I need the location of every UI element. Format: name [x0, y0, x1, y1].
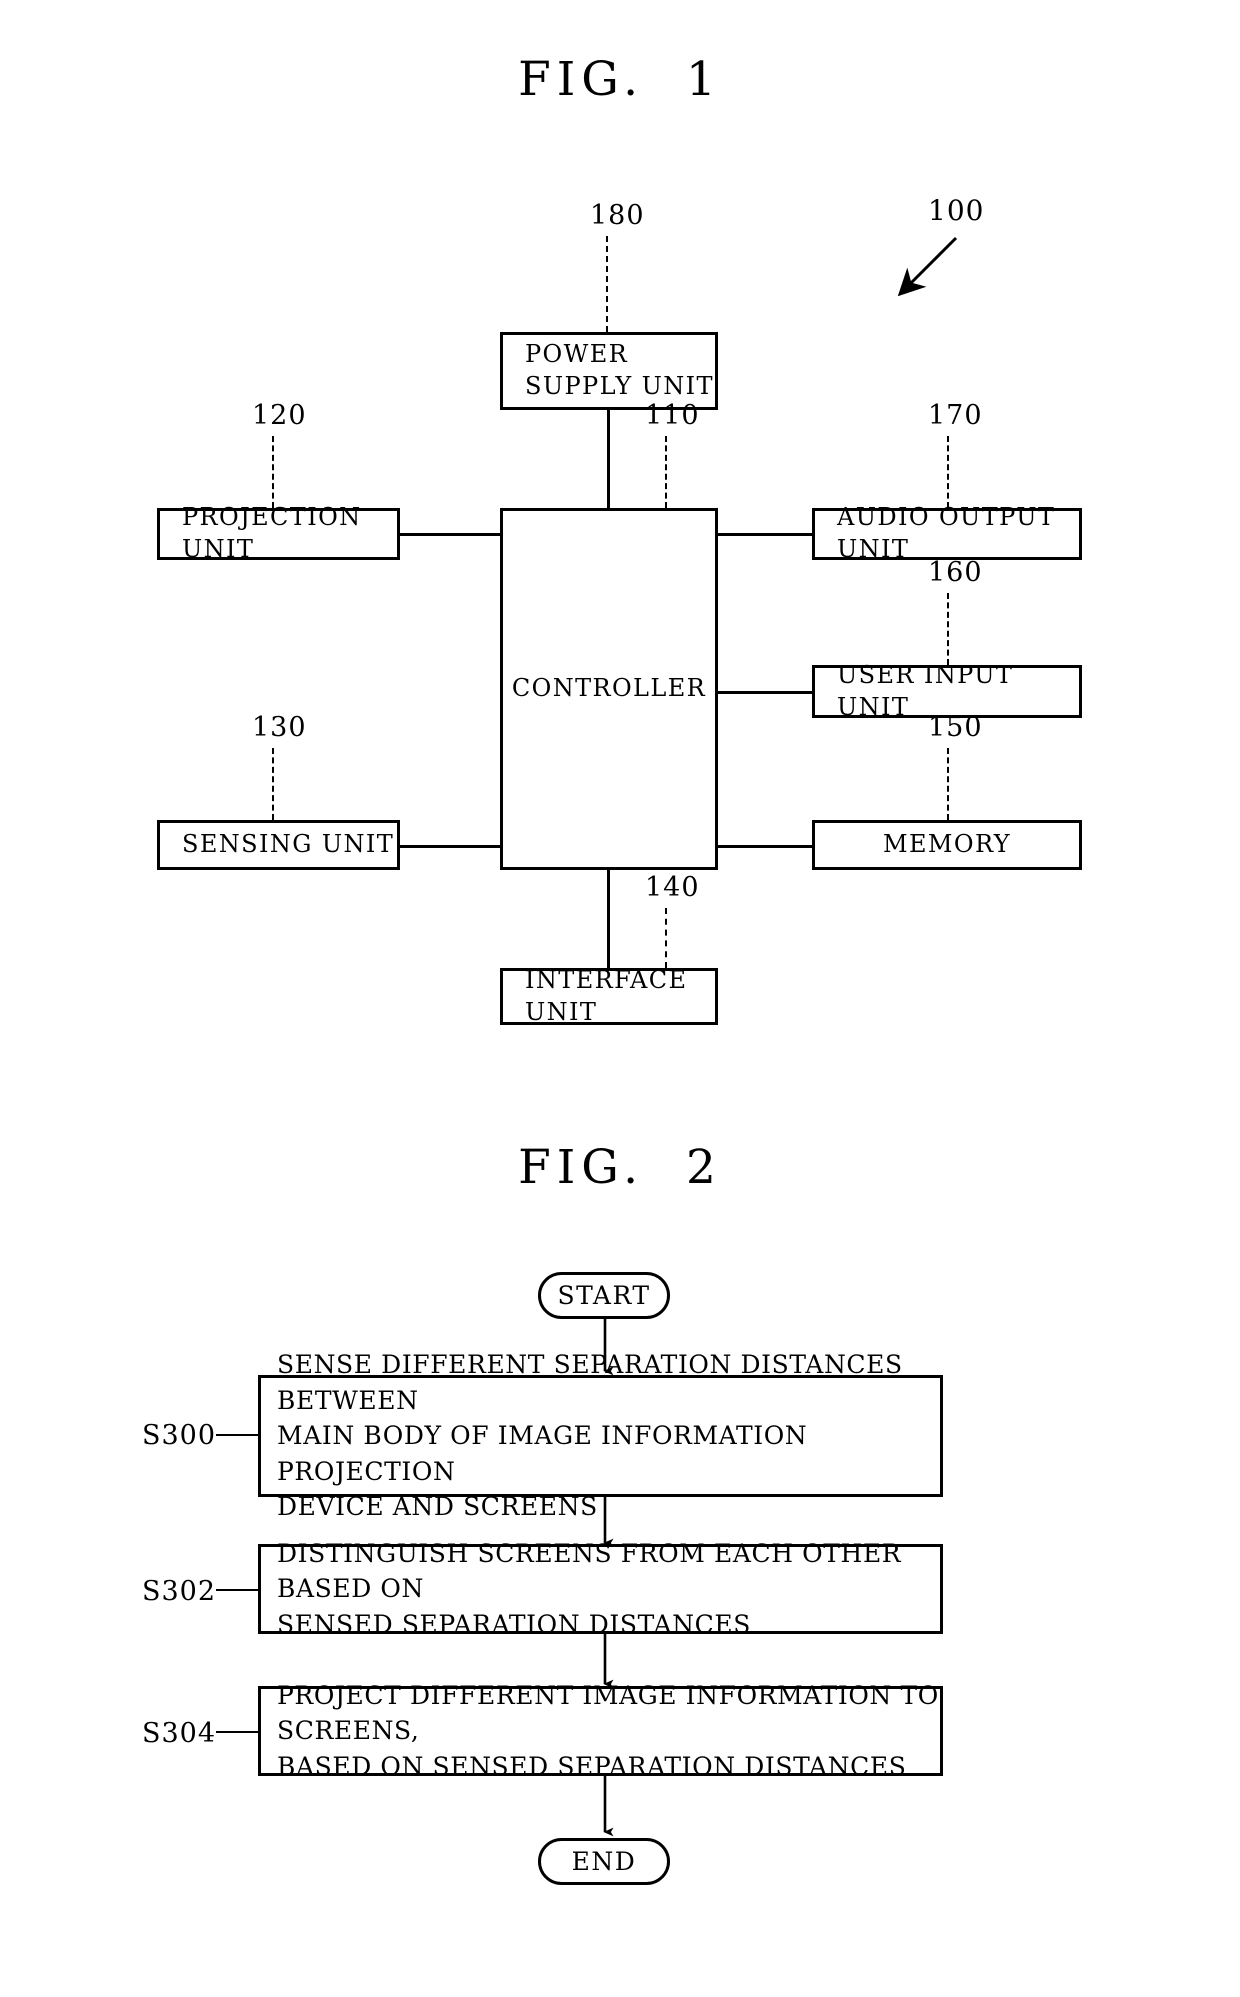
leader-line-150	[947, 748, 949, 820]
link-projection-to-controller	[400, 533, 500, 536]
block-sensing-unit: SENSING UNIT	[157, 820, 400, 870]
ref-numeral-100: 100	[928, 194, 985, 227]
leader-line-160	[947, 593, 949, 665]
ref-numeral-150: 150	[928, 712, 983, 743]
step-tag-s302-connector	[216, 1589, 260, 1591]
block-user-input-unit: USER INPUT UNIT	[812, 661, 1082, 721]
leader-line-140	[665, 908, 667, 968]
link-sensing-to-controller	[400, 845, 500, 848]
ref-numeral-140: 140	[645, 872, 700, 903]
figure-1-title: FIG. 1	[518, 52, 722, 107]
ref-numeral-160: 160	[928, 557, 983, 588]
step-tag-s304: S304	[142, 1718, 217, 1749]
ref-numeral-110: 110	[645, 400, 700, 431]
flow-step-s300-text: SENSE DIFFERENT SEPARATION DISTANCES BET…	[277, 1350, 903, 1522]
step-tag-s302: S302	[142, 1576, 217, 1607]
flow-step-s302-text: DISTINGUISH SCREENS FROM EACH OTHER BASE…	[277, 1538, 902, 1639]
block-memory: MEMORY	[812, 820, 1082, 870]
leader-line-130	[272, 748, 274, 820]
leader-line-180	[606, 236, 608, 332]
block-sensing-unit-label: SENSING UNIT	[182, 830, 395, 859]
figure-2-title: FIG. 2	[518, 1140, 722, 1195]
flow-start-node: START	[538, 1272, 670, 1319]
block-audio-output-unit: AUDIO OUTPUT UNIT	[812, 503, 1082, 563]
leader-line-110	[665, 436, 667, 508]
block-memory-label: MEMORY	[883, 830, 1011, 859]
device-pointer-arrow-icon	[897, 236, 958, 297]
flow-step-s302: DISTINGUISH SCREENS FROM EACH OTHER BASE…	[258, 1539, 943, 1639]
flow-step-s300: SENSE DIFFERENT SEPARATION DISTANCES BET…	[258, 1350, 943, 1521]
block-power-supply-unit-label: POWER SUPPLY UNIT	[525, 340, 714, 400]
block-controller: CONTROLLER	[500, 508, 718, 870]
flow-step-s304: PROJECT DIFFERENT IMAGE INFORMATION TO S…	[258, 1681, 943, 1781]
ref-numeral-120: 120	[252, 400, 307, 431]
patent-figure-sheet: FIG. 1 180 POWER SUPPLY UNIT 100 120 PRO…	[0, 0, 1240, 1997]
flow-end-label: END	[571, 1847, 637, 1876]
link-controller-to-interface	[607, 870, 610, 968]
block-projection-unit-label: PROJECTION UNIT	[182, 503, 362, 563]
flow-end-node: END	[538, 1838, 670, 1885]
flow-step-s304-text: PROJECT DIFFERENT IMAGE INFORMATION TO S…	[277, 1680, 939, 1781]
link-controller-to-user-input	[718, 691, 812, 694]
link-controller-to-audio	[718, 533, 812, 536]
ref-numeral-170: 170	[928, 400, 983, 431]
step-tag-s304-connector	[216, 1731, 260, 1733]
block-projection-unit: PROJECTION UNIT	[157, 503, 400, 563]
step-tag-s300-connector	[216, 1434, 260, 1436]
leader-line-170	[947, 436, 949, 508]
block-interface-unit-label: INTERFACE UNIT	[525, 965, 688, 1026]
ref-numeral-180: 180	[590, 200, 645, 231]
link-controller-to-memory	[718, 845, 812, 848]
link-power-to-controller	[607, 410, 610, 508]
step-tag-s300: S300	[142, 1420, 217, 1451]
block-controller-label: CONTROLLER	[511, 674, 707, 703]
ref-numeral-130: 130	[252, 712, 307, 743]
flow-arrow-s304-to-end	[603, 1776, 614, 1837]
flow-start-label: START	[557, 1281, 651, 1310]
block-interface-unit: INTERFACE UNIT	[500, 965, 718, 1026]
block-power-supply-unit: POWER SUPPLY UNIT	[500, 332, 718, 410]
leader-line-120	[272, 436, 274, 508]
